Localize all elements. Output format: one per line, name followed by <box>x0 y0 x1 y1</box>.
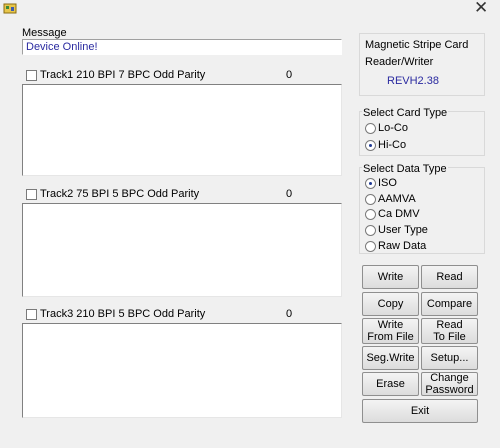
write-from-file-button[interactable]: Write From File <box>362 318 419 344</box>
radio-lo-co-circle <box>365 123 376 134</box>
radio-ca-dmv-circle <box>365 209 376 220</box>
radio-hi-co-circle <box>365 140 376 151</box>
title-bar: ✕ <box>0 0 500 18</box>
track3-header: Track3 210 BPI 5 BPC Odd Parity 0 <box>22 307 342 323</box>
radio-raw-data-label: Raw Data <box>378 240 427 252</box>
radio-user-type-circle <box>365 225 376 236</box>
radio-ca-dmv-label: Ca DMV <box>378 208 420 220</box>
radio-aamva-label: AAMVA <box>378 193 416 205</box>
radio-iso-circle <box>365 178 376 189</box>
radio-selected-dot <box>369 144 372 147</box>
close-icon[interactable]: ✕ <box>474 0 488 17</box>
radio-aamva-circle <box>365 194 376 205</box>
track1-header: Track1 210 BPI 7 BPC Odd Parity 0 <box>22 68 342 84</box>
radio-iso-label: ISO <box>378 177 397 189</box>
app-icon <box>3 3 17 14</box>
change-password-button[interactable]: Change Password <box>421 372 478 396</box>
radio-hi-co-label: Hi-Co <box>378 139 407 151</box>
exit-button[interactable]: Exit <box>362 399 478 423</box>
message-label: Message <box>22 27 67 39</box>
track1-count: 0 <box>286 69 293 81</box>
read-to-file-button[interactable]: Read To File <box>421 318 478 344</box>
track1-checkbox[interactable] <box>26 70 37 81</box>
seg-write-button[interactable]: Seg.Write <box>362 346 419 370</box>
radio-raw-data-circle <box>365 241 376 252</box>
track3-data[interactable] <box>22 323 342 418</box>
device-name-line1: Magnetic Stripe Card <box>365 39 469 51</box>
track2-header: Track2 75 BPI 5 BPC Odd Parity 0 <box>22 187 342 203</box>
erase-button[interactable]: Erase <box>362 372 419 396</box>
card-type-title: Select Card Type <box>362 107 449 119</box>
main-window: ✕ Message Device Online! Track1 210 BPI … <box>0 0 500 448</box>
write-button[interactable]: Write <box>362 265 419 289</box>
radio-user-type-label: User Type <box>378 224 428 236</box>
track1-label: Track1 210 BPI 7 BPC Odd Parity <box>40 69 206 81</box>
setup-button[interactable]: Setup... <box>421 346 478 370</box>
firmware-version: REVH2.38 <box>387 75 439 87</box>
track2-data[interactable] <box>22 203 342 297</box>
track3-label: Track3 210 BPI 5 BPC Odd Parity <box>40 308 206 320</box>
read-button[interactable]: Read <box>421 265 478 289</box>
compare-button[interactable]: Compare <box>421 292 478 316</box>
track3-checkbox[interactable] <box>26 309 37 320</box>
device-name-line2: Reader/Writer <box>365 56 434 68</box>
track2-label: Track2 75 BPI 5 BPC Odd Parity <box>40 188 200 200</box>
track2-count: 0 <box>286 188 293 200</box>
copy-button[interactable]: Copy <box>362 292 419 316</box>
data-type-title: Select Data Type <box>362 163 448 175</box>
radio-lo-co-label: Lo-Co <box>378 122 408 134</box>
radio-selected-dot <box>369 182 372 185</box>
track3-count: 0 <box>286 308 293 320</box>
track1-data[interactable] <box>22 84 342 176</box>
track2-checkbox[interactable] <box>26 189 37 200</box>
message-field: Device Online! <box>22 39 342 55</box>
